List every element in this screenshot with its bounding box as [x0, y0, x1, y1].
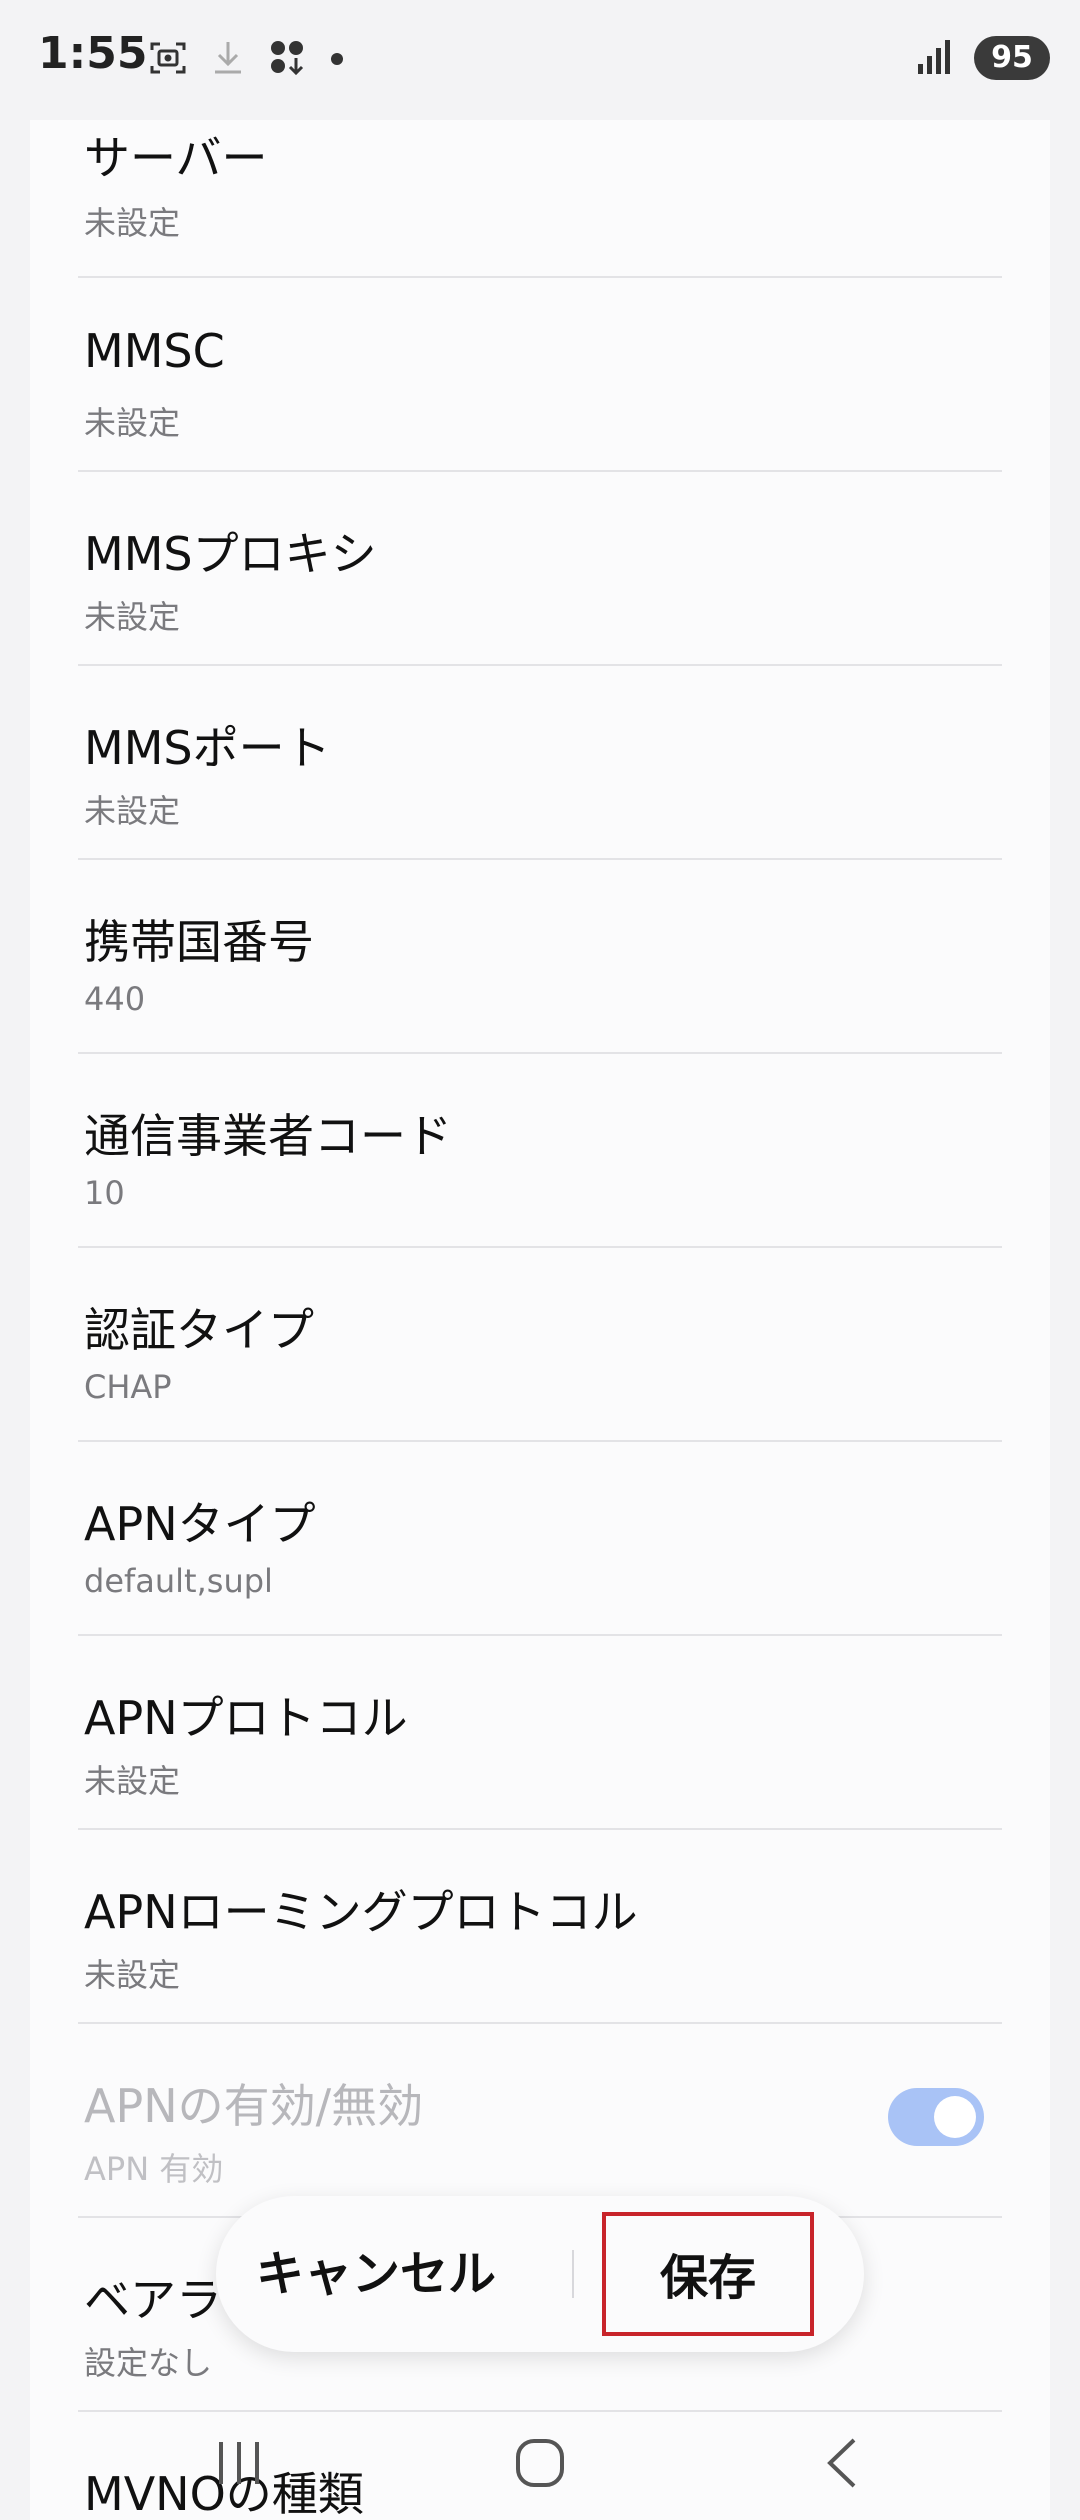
toggle-knob — [934, 2096, 976, 2138]
setting-title: APNタイプ — [84, 1497, 316, 1551]
status-bar: 1:55 95 — [0, 0, 1080, 120]
download-icon — [210, 38, 246, 82]
setting-title: APNローミングプロトコル — [84, 1885, 638, 1939]
action-bar: キャンセル 保存 — [216, 2196, 864, 2352]
setting-mcc[interactable]: 携帯国番号 440 — [78, 860, 1002, 1054]
apn-settings-card: サーバー 未設定 MMSC 未設定 MMSプロキシ 未設定 MMSポート 未設定… — [30, 86, 1050, 2520]
setting-mmsc[interactable]: MMSC 未設定 — [78, 278, 1002, 472]
status-left-icons — [148, 38, 366, 82]
screenshot-icon — [148, 38, 188, 82]
setting-title: 通信事業者コード — [84, 1109, 452, 1163]
app-notification-icon — [268, 38, 308, 82]
setting-value: default,supl — [84, 1562, 273, 1600]
save-button[interactable]: 保存 — [602, 2212, 814, 2336]
setting-value: 未設定 — [84, 598, 181, 636]
status-time: 1:55 — [38, 28, 148, 79]
setting-mms-proxy[interactable]: MMSプロキシ 未設定 — [78, 472, 1002, 666]
setting-apn-roaming-protocol[interactable]: APNローミングプロトコル 未設定 — [78, 1830, 1002, 2024]
apn-enable-toggle[interactable] — [888, 2088, 984, 2146]
setting-title: APNの有効/無効 — [84, 2079, 424, 2133]
setting-apn-enable[interactable]: APNの有効/無効 APN 有効 — [78, 2024, 1002, 2218]
setting-value: 設定なし — [84, 2344, 213, 2382]
dot-icon — [330, 51, 344, 70]
setting-mnc[interactable]: 通信事業者コード 10 — [78, 1054, 1002, 1248]
setting-value: 440 — [84, 980, 146, 1018]
setting-value: 未設定 — [84, 1956, 181, 1994]
recents-icon[interactable] — [204, 2428, 274, 2498]
back-icon[interactable] — [808, 2428, 878, 2498]
setting-value: CHAP — [84, 1368, 172, 1406]
status-right: 95 — [916, 36, 1050, 80]
setting-title: MMSポート — [84, 721, 331, 775]
apn-settings-list: サーバー 未設定 MMSC 未設定 MMSプロキシ 未設定 MMSポート 未設定… — [78, 86, 1002, 2520]
screen: 1:55 95 サーバー 未設定 MMSC 未設定 MMSプロキシ 未設定 MM… — [0, 0, 1080, 2520]
setting-value: APN 有効 — [84, 2150, 224, 2188]
action-divider — [572, 2250, 574, 2298]
setting-auth-type[interactable]: 認証タイプ CHAP — [78, 1248, 1002, 1442]
battery-icon: 95 — [974, 36, 1050, 80]
setting-title: 認証タイプ — [84, 1303, 314, 1357]
setting-apn-protocol[interactable]: APNプロトコル 未設定 — [78, 1636, 1002, 1830]
cancel-button[interactable]: キャンセル — [256, 2196, 496, 2352]
setting-title: 携帯国番号 — [84, 915, 314, 969]
setting-title: ベアラ — [84, 2273, 222, 2327]
setting-value: 未設定 — [84, 204, 181, 242]
setting-value: 未設定 — [84, 1762, 181, 1800]
home-icon[interactable] — [505, 2428, 575, 2498]
setting-value: 10 — [84, 1174, 125, 1212]
setting-title: MMSC — [84, 324, 225, 378]
setting-title: APNプロトコル — [84, 1691, 408, 1745]
setting-title: MMSプロキシ — [84, 527, 377, 581]
setting-title: サーバー — [84, 131, 268, 185]
navigation-bar — [0, 2400, 1080, 2520]
setting-mms-port[interactable]: MMSポート 未設定 — [78, 666, 1002, 860]
setting-value: 未設定 — [84, 792, 181, 830]
signal-icon — [916, 36, 956, 80]
setting-value: 未設定 — [84, 404, 181, 442]
setting-apn-type[interactable]: APNタイプ default,supl — [78, 1442, 1002, 1636]
